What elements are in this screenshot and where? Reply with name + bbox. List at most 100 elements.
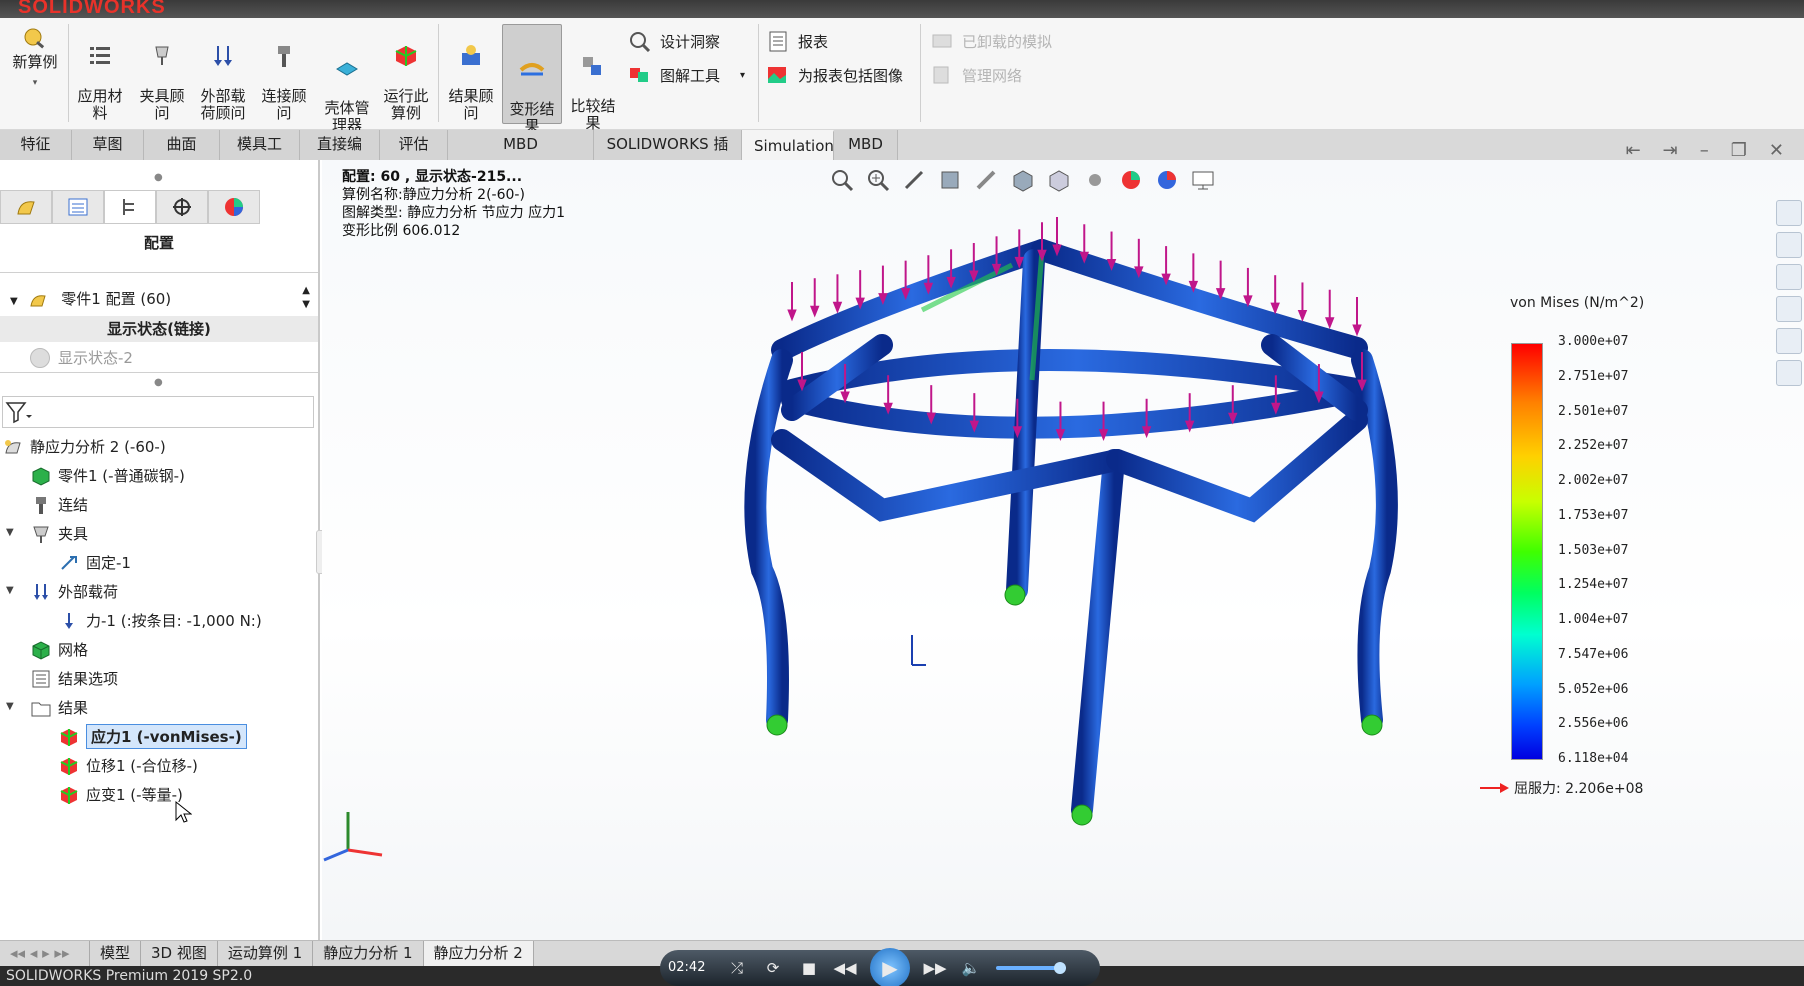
design-insight-button[interactable]: 设计洞察 [628,30,720,52]
part-config-row[interactable]: ▼ 零件1 配置 (60) ▲ ▼ [0,284,318,314]
dimxpert-manager-tab[interactable] [156,190,208,224]
configuration-manager-tab[interactable] [104,190,156,224]
collapse-right-icon[interactable]: ⇥ [1663,140,1678,161]
tab-mbd-dimensions[interactable]: MBD Dimensions [448,130,594,181]
feature-manager-tab[interactable] [0,190,52,224]
tab-static-study-1[interactable]: 静应力分析 1 [313,941,424,966]
tree-fixed-item[interactable]: 固定-1 [58,552,131,573]
report-button[interactable]: 报表 [766,30,828,52]
tree-results-label: 结果 [58,699,89,717]
tab-static-study-2[interactable]: 静应力分析 2 [423,941,534,966]
tab-motion-study[interactable]: 运动算例 1 [218,941,314,966]
stop-icon[interactable]: ■ [798,957,820,979]
connector-icon [278,46,290,67]
tab-solidworks-addins[interactable]: SOLIDWORKS 插件 [594,130,742,181]
volume-knob[interactable] [1054,962,1066,974]
tab-mbd[interactable]: MBD [834,130,898,160]
close-icon[interactable]: ✕ [1769,140,1784,161]
collapse-left-icon[interactable]: ⇤ [1626,140,1641,161]
fixture-marker-front [1071,804,1093,826]
shell-icon [336,62,358,76]
dynamic-annotation-icon[interactable] [974,168,1000,192]
filter-input[interactable] [2,396,314,428]
shell-manager-button[interactable]: 壳体管 理器 [318,38,376,134]
repeat-icon[interactable]: ⟳ [762,957,784,979]
include-image-button[interactable]: 为报表包括图像 [766,64,903,86]
section-view-icon[interactable] [938,168,964,192]
volume-icon[interactable]: 🔈 [960,957,982,979]
tab-features[interactable]: 特征 [0,130,72,160]
play-icon[interactable]: ▶ [870,948,910,986]
legend-label: 1.254e+07 [1558,577,1629,593]
collapse-arrow-icon[interactable]: ▼ [6,585,14,596]
tab-model[interactable]: 模型 [90,941,142,966]
tree-connections-item[interactable]: 连结 [30,494,88,515]
shuffle-icon[interactable]: ⤮ [726,957,748,979]
chevron-down-icon[interactable]: ▾ [10,75,60,92]
panel-splitter-handle[interactable]: ● [154,377,163,388]
tab-3d-view[interactable]: 3D 视图 [141,941,218,966]
tab-mold-tools[interactable]: 模具工具 [220,130,300,181]
volume-slider[interactable] [996,962,1066,974]
compare-results-button[interactable]: 比较结 果 [566,36,620,132]
tree-study-item[interactable]: 静应力分析 2 (-60-) [2,436,166,457]
tree-part-item[interactable]: 零件1 (-普通碳钢-) [30,465,185,486]
property-manager-tab[interactable] [52,190,104,224]
fast-forward-icon[interactable]: ▶▶ [923,957,946,979]
expand-arrow-icon[interactable]: ▼ [10,296,18,307]
collapse-arrow-icon[interactable]: ▼ [6,527,14,538]
view-orientation-icon[interactable] [1010,168,1036,192]
tree-strain-item[interactable]: 应变1 (-等量-) [58,784,183,805]
task-pane-tabs [1776,200,1804,392]
previous-view-icon[interactable] [902,168,928,192]
legend-label: 1.753e+07 [1558,507,1629,523]
tree-stress-item[interactable]: 应力1 (-vonMises-) [58,724,247,749]
load-arrow-head [1297,309,1308,322]
tab-evaluate[interactable]: 评估 [380,130,448,160]
legend-label: 1.004e+07 [1558,612,1629,627]
minimize-icon[interactable]: – [1700,140,1709,161]
view-settings-icon[interactable] [1190,168,1216,192]
tab-surfaces[interactable]: 曲面 [144,130,220,160]
tree-fixtures-item[interactable]: 夹具 [30,523,88,544]
panel-splitter-handle[interactable]: ● [154,172,163,183]
zoom-to-area-icon[interactable] [866,168,892,192]
tab-direct-editing[interactable]: 直接编辑 [300,130,380,181]
results-advisor-label: 结果顾 问 [448,87,494,122]
home-icon[interactable] [1776,200,1802,226]
display-state-item[interactable]: 显示状态-2 [30,347,133,368]
apply-material-button[interactable]: 应用材 料 [74,26,126,122]
manage-network-button[interactable]: 管理网络 [930,64,1022,86]
hide-show-items-icon[interactable] [1082,168,1108,192]
file-explorer-icon[interactable] [1776,264,1802,290]
chevron-down-icon[interactable]: ▾ [740,70,745,81]
zoom-to-fit-icon[interactable] [830,168,856,192]
design-library-icon[interactable] [1776,232,1802,258]
display-style-icon[interactable] [1046,168,1072,192]
edit-appearance-icon[interactable] [1118,168,1144,192]
display-manager-tab[interactable] [208,190,260,224]
display-state-link-bar[interactable]: 显示状态(链接) [0,316,318,342]
plot-tools-button[interactable]: 图解工具 ▾ [628,64,745,86]
tree-results-item[interactable]: 结果 [30,697,88,718]
apply-scene-icon[interactable] [1154,168,1180,192]
collapse-arrow-icon[interactable]: ▼ [6,701,14,712]
tree-force-item[interactable]: 力-1 (:按条目: -1,000 N:) [58,610,262,631]
new-study-button[interactable]: 新算例 ▾ [10,26,60,92]
view-palette-icon[interactable] [1776,296,1802,322]
scroll-spinner-icon[interactable]: ▲ ▼ [302,284,310,312]
deformed-result-button[interactable]: 变形结 果 [502,24,562,135]
tab-simulation[interactable]: Simulation [742,130,834,160]
mesh-icon [32,640,50,660]
custom-properties-icon[interactable] [1776,360,1802,386]
restore-icon[interactable]: ❐ [1731,140,1747,161]
tab-scroll-buttons[interactable]: ◂◂ ◂ ▸ ▸▸ [0,941,90,966]
tree-result-options-item[interactable]: 结果选项 [30,668,118,689]
rewind-icon[interactable]: ◀◀ [833,957,856,979]
tree-external-loads-item[interactable]: 外部载荷 [30,581,118,602]
appearances-icon[interactable] [1776,328,1802,354]
tree-displacement-item[interactable]: 位移1 (-合位移-) [58,755,198,776]
tree-mesh-item[interactable]: 网格 [30,639,88,660]
tab-sketch[interactable]: 草图 [72,130,144,160]
deleted-simulations-button[interactable]: 已卸载的模拟 [930,30,1052,52]
